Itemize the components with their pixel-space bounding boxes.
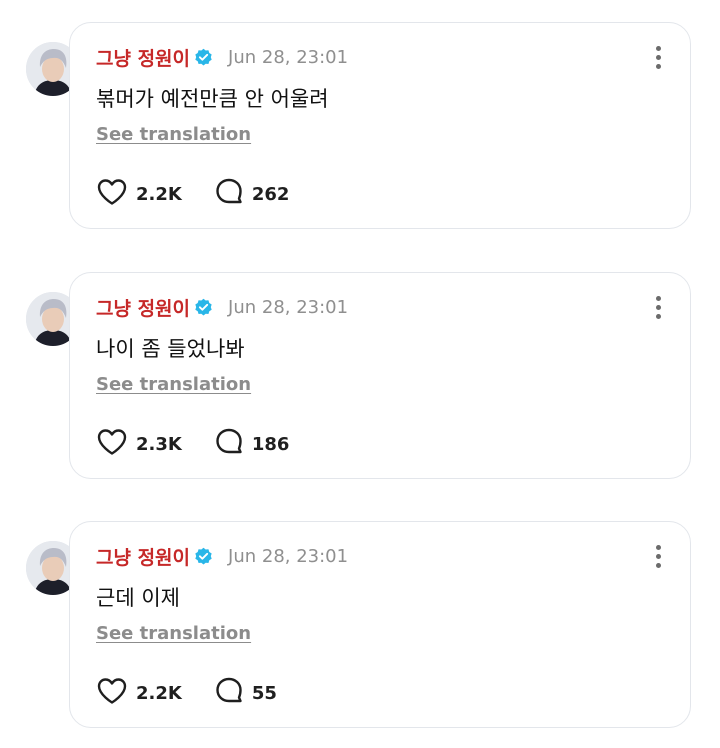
see-translation-link[interactable]: See translation (96, 124, 251, 145)
timestamp: Jun 28, 23:01 (228, 46, 349, 68)
post-card[interactable]: 그냥 정원이 Jun 28, 23:01 볶머가 예전만큼 안 어울려 See … (69, 22, 691, 229)
more-options-icon[interactable] (648, 43, 668, 71)
verified-badge-icon (194, 298, 213, 317)
more-options-icon[interactable] (648, 542, 668, 570)
username[interactable]: 그냥 정원이 (96, 44, 190, 71)
post: 그냥 정원이 Jun 28, 23:01 나이 좀 들었나봐 See trans… (0, 250, 720, 490)
see-translation-link[interactable]: See translation (96, 374, 251, 395)
reply-button[interactable]: 55 (214, 676, 277, 710)
like-button[interactable]: 2.2K (96, 677, 182, 709)
post-card[interactable]: 그냥 정원이 Jun 28, 23:01 근데 이제 See translati… (69, 521, 691, 728)
more-options-icon[interactable] (648, 293, 668, 321)
see-translation-link[interactable]: See translation (96, 623, 251, 644)
heart-icon (96, 677, 128, 709)
post-header: 그냥 정원이 Jun 28, 23:01 (96, 293, 348, 321)
post-text: 근데 이제 (96, 586, 180, 610)
post-header: 그냥 정원이 Jun 28, 23:01 (96, 542, 348, 570)
heart-icon (96, 178, 128, 210)
post-actions: 2.2K 262 (96, 177, 290, 211)
reply-count: 186 (251, 433, 290, 455)
reply-button[interactable]: 186 (214, 427, 290, 461)
comment-bubble-icon (214, 676, 244, 710)
comment-bubble-icon (214, 177, 244, 211)
like-count: 2.3K (136, 433, 182, 455)
post-actions: 2.3K 186 (96, 427, 290, 461)
like-button[interactable]: 2.3K (96, 428, 182, 460)
verified-badge-icon (194, 547, 213, 566)
post-text: 나이 좀 들었나봐 (96, 337, 245, 361)
like-count: 2.2K (136, 682, 182, 704)
reply-count: 262 (251, 183, 290, 205)
timestamp: Jun 28, 23:01 (228, 296, 349, 318)
post-header: 그냥 정원이 Jun 28, 23:01 (96, 43, 348, 71)
comment-bubble-icon (214, 427, 244, 461)
post-actions: 2.2K 55 (96, 676, 277, 710)
verified-badge-icon (194, 48, 213, 67)
reply-count: 55 (251, 682, 277, 704)
heart-icon (96, 428, 128, 460)
post-text: 볶머가 예전만큼 안 어울려 (96, 87, 329, 111)
like-count: 2.2K (136, 183, 182, 205)
reply-button[interactable]: 262 (214, 177, 290, 211)
username[interactable]: 그냥 정원이 (96, 294, 190, 321)
username[interactable]: 그냥 정원이 (96, 543, 190, 570)
timestamp: Jun 28, 23:01 (228, 545, 349, 567)
post: 그냥 정원이 Jun 28, 23:01 근데 이제 See translati… (0, 499, 720, 739)
like-button[interactable]: 2.2K (96, 178, 182, 210)
post: 그냥 정원이 Jun 28, 23:01 볶머가 예전만큼 안 어울려 See … (0, 0, 720, 240)
post-card[interactable]: 그냥 정원이 Jun 28, 23:01 나이 좀 들었나봐 See trans… (69, 272, 691, 479)
